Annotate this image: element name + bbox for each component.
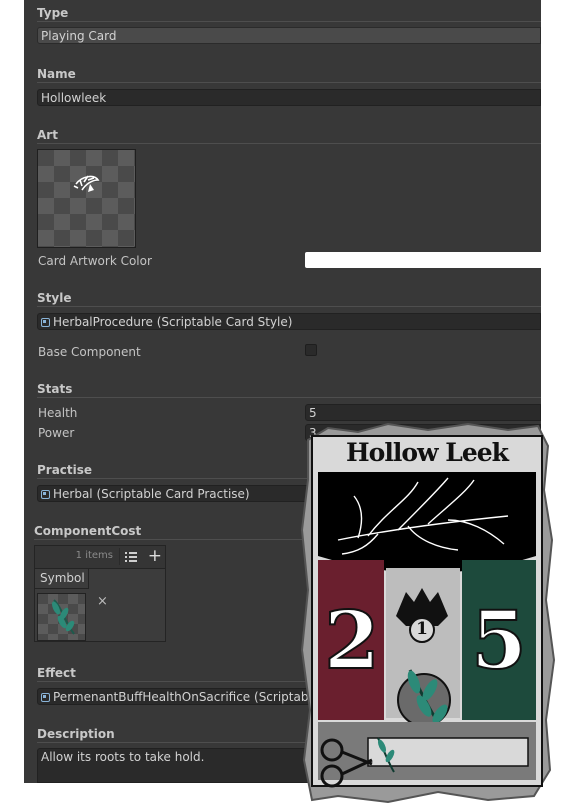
symbol-column-header: Symbol — [35, 568, 89, 589]
symbol-texture-field[interactable] — [37, 593, 86, 641]
style-value: HerbalProcedure (Scriptable Card Style) — [53, 315, 293, 329]
effect-value: PermenantBuffHealthOnSacrifice (Scriptab… — [53, 690, 320, 704]
name-header: Name — [37, 67, 76, 81]
leaf-symbol-icon — [51, 599, 75, 635]
scriptable-object-icon — [41, 318, 50, 327]
type-header: Type — [37, 6, 69, 20]
card-preview: Hollow Leek 2 5 1 — [298, 420, 556, 804]
health-field[interactable]: 5 — [305, 404, 541, 421]
type-divider — [37, 21, 541, 22]
practise-value: Herbal (Scriptable Card Practise) — [53, 487, 250, 501]
style-divider — [37, 306, 541, 307]
base-component-label: Base Component — [38, 345, 141, 359]
art-header: Art — [37, 128, 58, 142]
card-attack: 2 — [323, 592, 381, 688]
base-component-checkbox[interactable] — [305, 344, 317, 356]
list-icon — [125, 551, 137, 562]
scriptable-object-icon — [41, 693, 50, 702]
practise-header: Practise — [37, 463, 93, 477]
item-count: 1 items — [75, 550, 113, 561]
stats-divider — [37, 397, 541, 398]
component-cost-toolbar: 1 items + — [35, 546, 165, 569]
list-view-button[interactable] — [119, 548, 142, 565]
type-dropdown[interactable]: Playing Card — [37, 27, 541, 44]
style-header: Style — [37, 291, 72, 305]
remove-item-button[interactable]: × — [97, 594, 108, 609]
art-texture-field[interactable] — [37, 149, 136, 248]
row-divider — [35, 589, 165, 590]
add-item-button[interactable]: + — [148, 546, 162, 566]
component-cost-header: ComponentCost — [34, 524, 142, 538]
scriptable-object-icon — [41, 490, 50, 499]
artwork-color-label: Card Artwork Color — [38, 254, 152, 268]
card-cost: 1 — [416, 619, 428, 639]
card-health: 5 — [470, 592, 528, 688]
stats-header: Stats — [37, 382, 73, 396]
power-label: Power — [38, 426, 75, 440]
artwork-color-swatch[interactable] — [305, 252, 541, 268]
style-object-field[interactable]: HerbalProcedure (Scriptable Card Style) — [37, 313, 541, 330]
art-thumbnail-icon — [73, 175, 100, 192]
art-divider — [37, 143, 541, 144]
component-cost-list: 1 items + Symbol × — [34, 545, 166, 642]
card-title: Hollow Leek — [346, 438, 509, 467]
name-divider — [37, 82, 541, 83]
name-field[interactable]: Hollowleek — [37, 89, 541, 106]
effect-header: Effect — [37, 666, 76, 680]
description-header: Description — [37, 727, 115, 741]
health-label: Health — [38, 406, 78, 420]
